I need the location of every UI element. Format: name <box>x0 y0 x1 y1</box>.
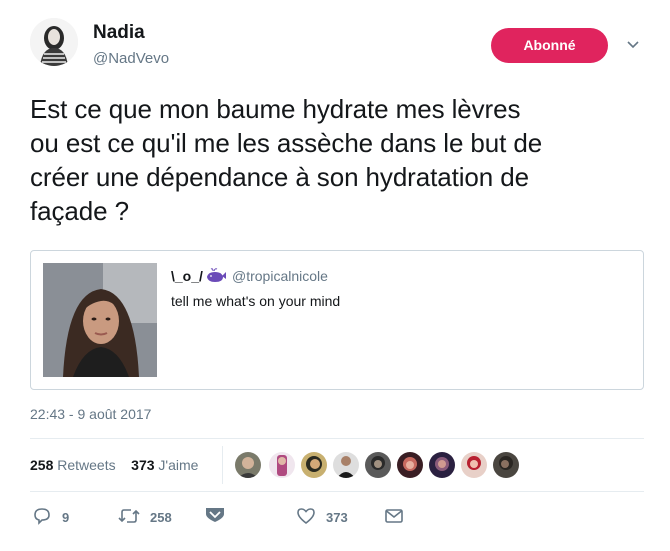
tweet-text-line: Est ce que mon baume hydrate mes lèvres <box>30 94 521 124</box>
tweet-text-line: façade ? <box>30 196 129 226</box>
likes-count: 373 <box>131 457 155 473</box>
direct-message-button[interactable] <box>384 506 404 528</box>
tweet-text-line: créer une dépendance à son hydratation d… <box>30 162 529 192</box>
quoted-display-name[interactable]: \_o_/ <box>171 268 227 284</box>
liker-avatar[interactable] <box>493 452 519 478</box>
divider <box>30 438 644 439</box>
quoted-tweet-photo <box>43 263 157 377</box>
quoted-name-text: \_o_/ <box>171 268 203 284</box>
whale-icon <box>206 268 226 282</box>
heart-icon <box>297 508 315 525</box>
tweet-text: Est ce que mon baume hydrate mes lèvres … <box>30 92 650 228</box>
user-avatar[interactable] <box>30 18 78 66</box>
liker-avatar[interactable] <box>397 452 423 478</box>
tweet-text-line: ou est ce qu'il me les assèche dans le b… <box>30 128 543 158</box>
tweet-card: Nadia @NadVevo Abonné Est ce que mon bau… <box>0 0 670 551</box>
stats-separator <box>222 446 223 484</box>
reply-count: 9 <box>62 510 70 525</box>
more-actions-button[interactable] <box>204 506 228 528</box>
retweet-icon <box>118 509 140 523</box>
caret-down-icon <box>206 508 224 522</box>
reply-button[interactable]: 9 <box>32 506 82 528</box>
retweets-count: 258 <box>30 457 54 473</box>
liker-avatar[interactable] <box>461 452 487 478</box>
tweet-stats: 258 Retweets 373 J'aime <box>30 457 198 473</box>
user-handle[interactable]: @NadVevo <box>93 50 169 67</box>
liker-avatar[interactable] <box>333 452 359 478</box>
retweets-label: Retweets <box>57 457 116 473</box>
liker-avatar[interactable] <box>301 452 327 478</box>
retweets-stat[interactable]: 258 Retweets <box>30 457 116 473</box>
envelope-icon <box>385 509 403 523</box>
liker-avatar[interactable] <box>269 452 295 478</box>
follow-button[interactable]: Abonné <box>491 28 608 63</box>
likes-stat[interactable]: 373 J'aime <box>131 457 198 473</box>
liker-avatar[interactable] <box>429 452 455 478</box>
divider <box>30 491 644 492</box>
retweet-button[interactable]: 258 <box>118 506 188 528</box>
reply-icon <box>34 508 50 525</box>
likes-label: J'aime <box>158 457 199 473</box>
chevron-down-icon[interactable] <box>626 38 640 52</box>
like-count: 373 <box>326 510 348 525</box>
quoted-tweet[interactable]: \_o_/ @tropicalnicole tell me what's on … <box>30 250 644 390</box>
tweet-timestamp[interactable]: 22:43 - 9 août 2017 <box>30 406 151 422</box>
liker-avatar[interactable] <box>235 452 261 478</box>
liker-avatar[interactable] <box>365 452 391 478</box>
like-button[interactable]: 373 <box>296 506 356 528</box>
quoted-text: tell me what's on your mind <box>171 293 341 309</box>
display-name[interactable]: Nadia <box>93 22 145 44</box>
retweet-count: 258 <box>150 510 172 525</box>
quoted-handle[interactable]: @tropicalnicole <box>232 268 328 284</box>
